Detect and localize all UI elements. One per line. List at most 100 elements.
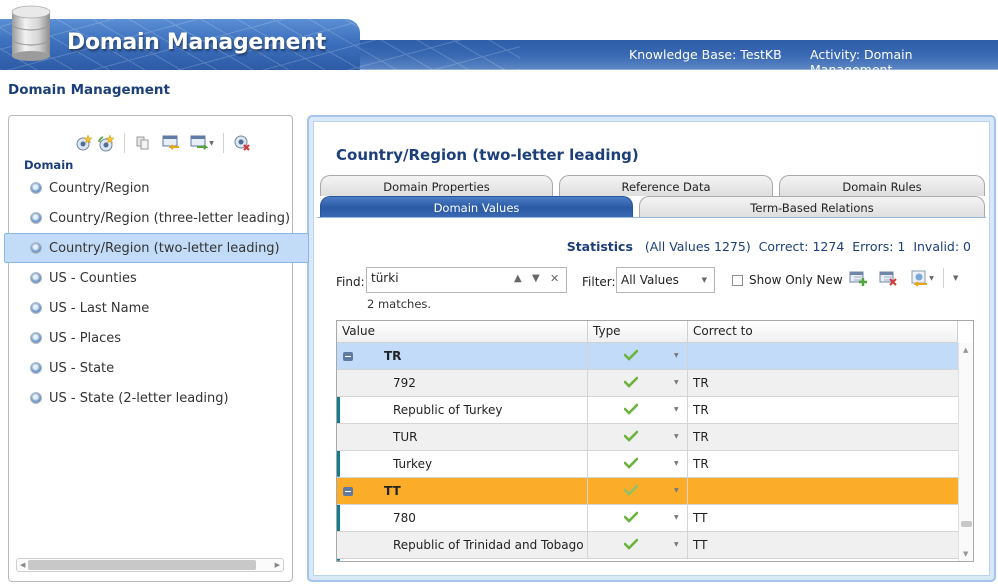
domain-item[interactable]: US - Last Name: [9, 293, 292, 323]
correct-to-cell[interactable]: TR: [688, 424, 958, 450]
type-cell[interactable]: ▼: [588, 370, 688, 396]
statistics-invalid: Invalid: 0: [913, 239, 971, 254]
scroll-up-icon[interactable]: ▲: [963, 346, 968, 354]
create-domain-button[interactable]: [73, 133, 95, 153]
grid-row[interactable]: 780 ▼ TT: [337, 505, 958, 532]
find-label: Find:: [336, 275, 365, 289]
correct-to-cell[interactable]: [688, 343, 958, 369]
find-matches-count: 2 matches.: [367, 297, 432, 311]
column-header-type[interactable]: Type: [588, 321, 688, 343]
type-cell[interactable]: ▼: [588, 478, 688, 504]
domain-item-label: Country/Region: [49, 180, 150, 196]
domain-bullet-icon: [30, 392, 42, 404]
type-cell[interactable]: ▼: [588, 424, 688, 450]
correct-check-icon: [624, 349, 638, 361]
domain-item-label: US - Last Name: [49, 300, 150, 316]
statistics-errors: Errors: 1: [852, 239, 906, 254]
domain-item[interactable]: US - State: [9, 353, 292, 383]
copy-icon: [136, 136, 149, 150]
domain-item[interactable]: US - Counties: [9, 263, 292, 293]
type-dropdown-icon[interactable]: ▼: [674, 532, 679, 558]
type-cell[interactable]: ▼: [588, 532, 688, 558]
scroll-right-icon[interactable]: ▶: [275, 559, 280, 571]
add-value-button[interactable]: [847, 268, 869, 288]
show-only-new-checkbox[interactable]: [732, 274, 743, 286]
tab-domain-properties[interactable]: Domain Properties: [320, 175, 553, 196]
type-dropdown-icon[interactable]: ▼: [674, 343, 679, 369]
grid-row[interactable]: Turkey ▼ TR: [337, 451, 958, 478]
domain-item[interactable]: US - State (2-letter leading): [9, 383, 292, 413]
page-title: Domain Management: [8, 82, 170, 98]
create-composite-domain-button[interactable]: [95, 133, 117, 153]
grid-row[interactable]: Republic of Trinidad and Tobago ▼ TT: [337, 532, 958, 559]
vertical-scrollbar[interactable]: ▲ ▼: [958, 343, 973, 561]
correct-check-icon: [624, 403, 638, 415]
tab-reference-data[interactable]: Reference Data: [559, 175, 773, 196]
copy-domain-button[interactable]: [132, 133, 154, 153]
find-input[interactable]: [371, 271, 501, 285]
type-dropdown-icon[interactable]: ▼: [674, 505, 679, 531]
domain-item[interactable]: Country/Region (three-letter leading): [9, 203, 292, 233]
correct-to-cell[interactable]: TR: [688, 397, 958, 423]
import-values-button[interactable]: ▼: [907, 268, 937, 288]
show-only-new-toggle[interactable]: Show Only New: [732, 273, 843, 287]
tab-domain-values[interactable]: Domain Values: [320, 196, 633, 217]
correct-to-cell[interactable]: TR: [688, 370, 958, 396]
scrollbar-thumb[interactable]: [28, 560, 256, 570]
value-cell: TT: [337, 478, 588, 504]
domain-item-selected[interactable]: Country/Region (two-letter leading): [4, 233, 309, 263]
scroll-left-icon[interactable]: ◀: [20, 559, 25, 571]
value-cell: 780: [337, 505, 588, 531]
filter-label: Filter:: [582, 275, 616, 289]
correct-to-cell[interactable]: TT: [688, 505, 958, 531]
type-dropdown-icon[interactable]: ▼: [674, 478, 679, 504]
grid-group-row[interactable]: TR ▼: [337, 343, 958, 370]
create-composite-domain-icon: [98, 134, 115, 152]
domain-item-label: US - State (2-letter leading): [49, 390, 229, 406]
value-cell: Republic of Trinidad and Tobago: [337, 532, 588, 558]
domain-item[interactable]: Country/Region: [9, 173, 292, 203]
delete-domain-button[interactable]: [231, 133, 253, 153]
correct-check-icon: [624, 538, 638, 550]
grid-group-row-highlighted[interactable]: TT ▼: [337, 478, 958, 505]
database-icon: [11, 5, 51, 61]
tab-term-based-relations[interactable]: Term-Based Relations: [639, 196, 985, 217]
statistics-correct: Correct: 1274: [758, 239, 845, 254]
type-dropdown-icon[interactable]: ▼: [674, 370, 679, 396]
type-dropdown-icon[interactable]: ▼: [674, 451, 679, 477]
scroll-down-icon[interactable]: ▼: [963, 550, 968, 558]
import-domain-button[interactable]: [160, 133, 182, 153]
domain-item-label: Country/Region (three-letter leading): [49, 210, 291, 226]
type-cell[interactable]: ▼: [588, 451, 688, 477]
type-cell[interactable]: ▼: [588, 343, 688, 369]
find-previous-button[interactable]: ▲: [514, 273, 522, 284]
delete-value-button[interactable]: [877, 268, 899, 288]
scrollbar-thumb[interactable]: [961, 521, 972, 527]
column-header-correct-to[interactable]: Correct to: [688, 321, 958, 343]
type-cell[interactable]: ▼: [588, 505, 688, 531]
find-next-button[interactable]: ▼: [532, 273, 540, 284]
type-dropdown-icon[interactable]: ▼: [674, 424, 679, 450]
app-title: Domain Management: [67, 30, 326, 55]
statistics-label: Statistics: [566, 239, 633, 254]
grid-row[interactable]: 792 ▼ TR: [337, 370, 958, 397]
more-options-button[interactable]: ▼: [953, 274, 958, 282]
domain-item-label: US - State: [49, 360, 115, 376]
chevron-down-icon: ▼: [701, 276, 707, 284]
type-cell[interactable]: ▼: [588, 397, 688, 423]
grid-row[interactable]: TUR ▼ TR: [337, 424, 958, 451]
filter-dropdown[interactable]: All Values ▼: [616, 267, 715, 293]
correct-to-cell[interactable]: [688, 478, 958, 504]
clear-find-button[interactable]: ✕: [550, 272, 559, 285]
tab-domain-rules[interactable]: Domain Rules: [779, 175, 985, 196]
grid-row[interactable]: Republic of Turkey ▼ TR: [337, 397, 958, 424]
column-header-value[interactable]: Value: [337, 321, 588, 343]
type-dropdown-icon[interactable]: ▼: [674, 397, 679, 423]
correct-to-cell[interactable]: TR: [688, 451, 958, 477]
show-only-new-label: Show Only New: [749, 273, 843, 287]
domain-item[interactable]: US - Places: [9, 323, 292, 353]
horizontal-scrollbar[interactable]: ◀ ▶: [16, 558, 284, 572]
export-domain-button[interactable]: ▼: [188, 133, 216, 153]
correct-to-cell[interactable]: TT: [688, 532, 958, 558]
domain-bullet-icon: [30, 182, 42, 194]
